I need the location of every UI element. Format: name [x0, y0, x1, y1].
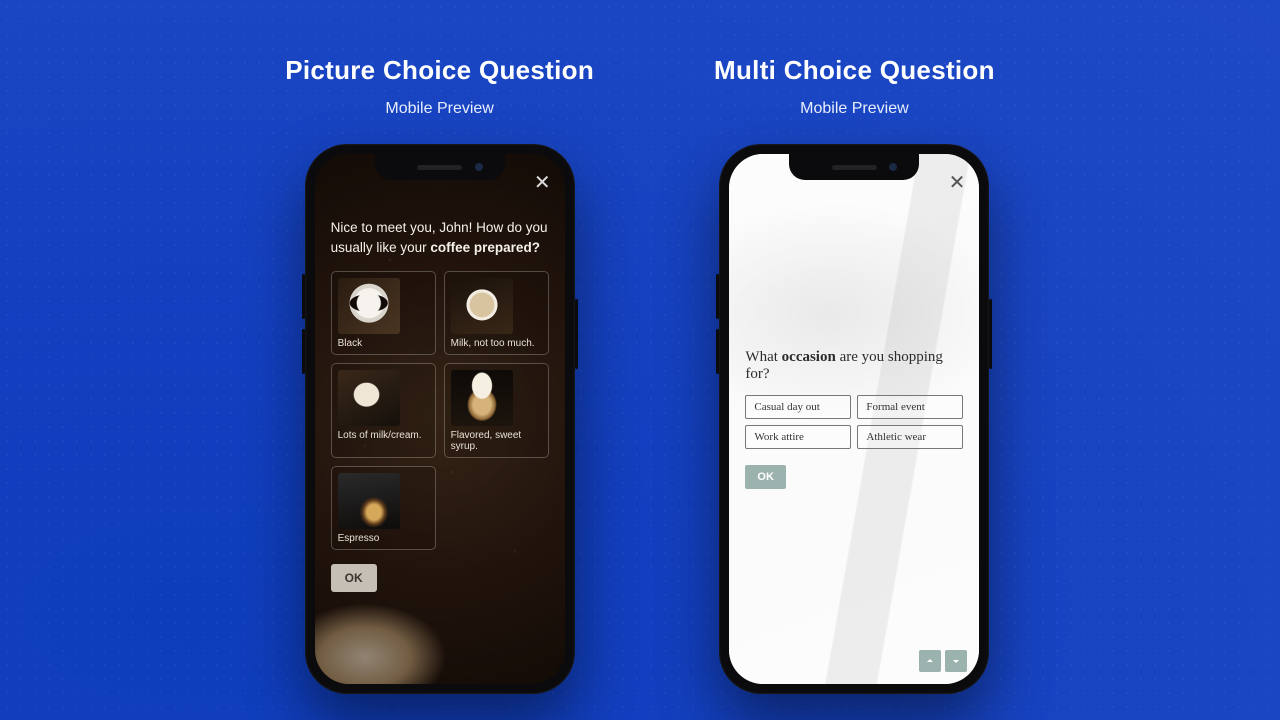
chevron-down-icon	[950, 655, 962, 667]
phone-left: ✕ Nice to meet you, John! How do you usu…	[305, 144, 575, 694]
picture-option-lots-milk[interactable]: Lots of milk/cream.	[331, 363, 436, 458]
option-work-attire[interactable]: Work attire	[745, 425, 851, 449]
option-athletic-wear[interactable]: Athletic wear	[857, 425, 963, 449]
coffee-cream-icon	[338, 370, 400, 426]
phone-notch	[789, 154, 919, 180]
phone-right: ✕ What occasion are you shopping for? Ca…	[719, 144, 989, 694]
picture-question-text: Nice to meet you, John! How do you usual…	[331, 218, 549, 257]
question-prefix: What	[745, 349, 781, 365]
multi-options-grid: Casual day out Formal event Work attire …	[745, 395, 963, 449]
question-bold: occasion	[782, 349, 836, 365]
coffee-flavored-icon	[451, 370, 513, 426]
picture-option-label: Flavored, sweet syrup.	[451, 430, 542, 452]
picture-option-label: Black	[338, 338, 429, 349]
picture-option-label: Milk, not too much.	[451, 338, 542, 349]
close-icon[interactable]: ✕	[534, 170, 551, 195]
option-formal-event[interactable]: Formal event	[857, 395, 963, 419]
ok-button[interactable]: OK	[745, 465, 786, 489]
coffee-espresso-icon	[338, 473, 400, 529]
phone-notch	[375, 154, 505, 180]
prev-button[interactable]	[919, 650, 941, 672]
coffee-milk-icon	[451, 278, 513, 334]
picture-option-milk[interactable]: Milk, not too much.	[444, 271, 549, 355]
picture-option-espresso[interactable]: Espresso	[331, 466, 436, 550]
question-bold: coffee prepared?	[430, 240, 540, 255]
left-subtitle: Mobile Preview	[385, 100, 493, 118]
phone-right-screen: ✕ What occasion are you shopping for? Ca…	[729, 154, 979, 684]
picture-option-label: Espresso	[338, 533, 429, 544]
right-subtitle: Mobile Preview	[800, 100, 908, 118]
picture-option-black[interactable]: Black	[331, 271, 436, 355]
left-title: Picture Choice Question	[285, 55, 594, 86]
option-casual-day-out[interactable]: Casual day out	[745, 395, 851, 419]
chevron-up-icon	[924, 655, 936, 667]
phone-left-screen: ✕ Nice to meet you, John! How do you usu…	[315, 154, 565, 684]
left-column: Picture Choice Question Mobile Preview ✕…	[285, 55, 594, 694]
next-button[interactable]	[945, 650, 967, 672]
picture-option-flavored[interactable]: Flavored, sweet syrup.	[444, 363, 549, 458]
multi-question-text: What occasion are you shopping for?	[745, 349, 963, 383]
right-column: Multi Choice Question Mobile Preview ✕ W…	[714, 55, 995, 694]
picture-options-grid: Black Milk, not too much. Lots of milk/c…	[331, 271, 549, 550]
nav-arrows	[919, 650, 967, 672]
ok-button[interactable]: OK	[331, 564, 377, 592]
close-icon[interactable]: ✕	[949, 170, 966, 195]
picture-option-label: Lots of milk/cream.	[338, 430, 429, 441]
right-title: Multi Choice Question	[714, 55, 995, 86]
showcase-stage: Picture Choice Question Mobile Preview ✕…	[0, 0, 1280, 694]
coffee-black-icon	[338, 278, 400, 334]
